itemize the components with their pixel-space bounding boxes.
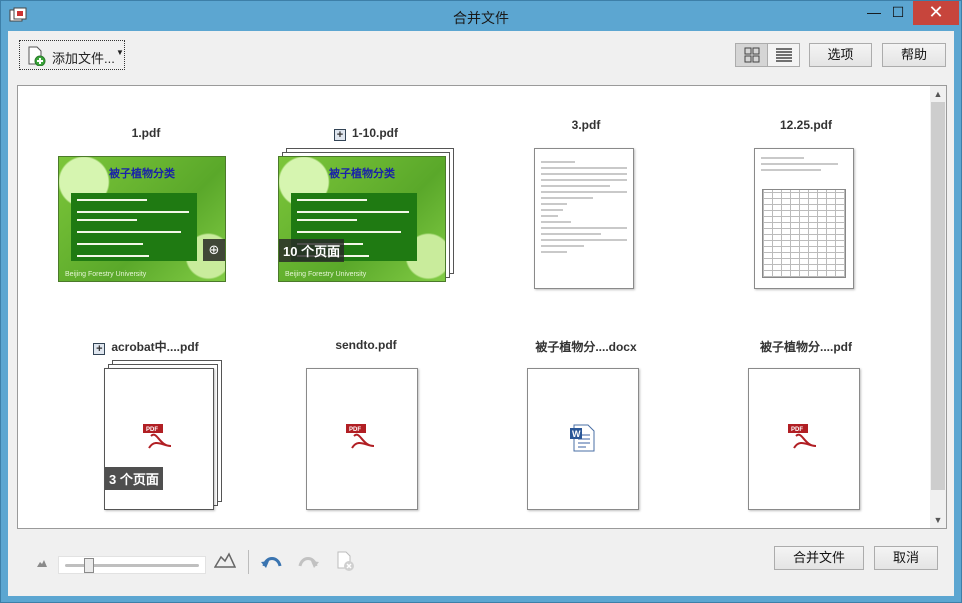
dialog-client: 添加文件... ▼ 选项 帮助 1.pdf 被子植物分类 Beijing For…	[8, 31, 954, 596]
remove-icon[interactable]	[334, 550, 356, 572]
window-title: 合并文件	[453, 10, 509, 26]
file-name: 被子植物分....docx	[535, 340, 637, 354]
file-thumbnail[interactable]: PDF 3 个页面	[104, 368, 214, 510]
toolbar-separator	[248, 550, 249, 574]
scroll-up-icon[interactable]: ▲	[930, 86, 946, 102]
page-count-badge: 3 个页面	[105, 467, 163, 490]
close-icon: ✕	[928, 2, 944, 22]
svg-text:PDF: PDF	[791, 427, 803, 433]
bottom-toolbar: 合并文件 取消	[8, 536, 954, 596]
file-name: acrobat中....pdf	[111, 340, 199, 354]
table-preview	[762, 189, 846, 278]
file-item[interactable]: +1-10.pdf 被子植物分类 Beijing Forestry Univer…	[256, 126, 476, 336]
thumbnail-small-icon	[37, 560, 47, 567]
view-mode-toggle	[735, 43, 800, 67]
grid-view-icon	[744, 47, 760, 63]
add-files-button[interactable]: 添加文件... ▼	[19, 40, 125, 70]
file-grid: 1.pdf 被子植物分类 Beijing Forestry University…	[17, 85, 947, 529]
maximize-button[interactable]: ☐	[883, 1, 913, 25]
file-thumbnail[interactable]: 被子植物分类 Beijing Forestry University ⊕	[58, 156, 226, 282]
undo-icon[interactable]	[260, 552, 284, 574]
grid-view-button[interactable]	[736, 44, 768, 66]
pdf-file-icon: PDF	[346, 424, 375, 449]
file-item[interactable]: sendto.pdf PDF	[256, 338, 476, 528]
slide-title: 被子植物分类	[329, 167, 395, 180]
zoom-in-icon: ⊕	[208, 242, 220, 257]
file-name-row: +1-10.pdf	[256, 126, 476, 141]
merge-files-window: 合并文件 — ☐ ✕ 添加文件... ▼ 选项 帮助 1.pdf 被子植物分类 …	[0, 0, 962, 603]
slide-title: 被子植物分类	[109, 167, 175, 180]
slider-thumb[interactable]	[83, 558, 94, 573]
close-button[interactable]: ✕	[913, 1, 959, 25]
svg-text:W: W	[572, 429, 581, 439]
list-view-button[interactable]	[768, 44, 800, 66]
add-files-label: 添加文件...	[52, 51, 115, 66]
scroll-thumb[interactable]	[931, 102, 945, 490]
expand-icon[interactable]: +	[93, 343, 106, 355]
file-thumbnail[interactable]: 被子植物分类 Beijing Forestry University 10 个页…	[278, 156, 446, 282]
document-preview	[541, 161, 627, 257]
file-thumbnail[interactable]: W	[527, 368, 639, 510]
file-thumbnail[interactable]: PDF	[306, 368, 418, 510]
file-item[interactable]: 1.pdf 被子植物分类 Beijing Forestry University…	[36, 126, 256, 336]
slide-footer: Beijing Forestry University	[65, 271, 147, 278]
help-button[interactable]: 帮助	[882, 43, 946, 67]
maximize-icon: ☐	[891, 4, 905, 20]
file-item[interactable]: 12.25.pdf	[696, 118, 916, 328]
slide-footer: Beijing Forestry University	[285, 271, 367, 278]
options-button[interactable]: 选项	[809, 43, 872, 67]
thumbnail-size-slider[interactable]	[58, 556, 206, 574]
slide-body	[71, 193, 197, 261]
file-name: 12.25.pdf	[779, 118, 833, 132]
file-name-row: + acrobat中....pdf	[36, 338, 256, 355]
chevron-down-icon: ▼	[116, 48, 124, 57]
minimize-icon: —	[867, 4, 881, 20]
file-thumbnail[interactable]	[754, 148, 854, 289]
file-item[interactable]: 3.pdf	[476, 118, 696, 328]
scroll-down-icon[interactable]: ▼	[930, 512, 946, 528]
file-thumbnail[interactable]	[534, 148, 634, 289]
svg-text:PDF: PDF	[146, 427, 158, 433]
expand-icon[interactable]: +	[333, 129, 346, 141]
merge-files-button[interactable]: 合并文件	[774, 546, 864, 570]
pdf-file-icon: PDF	[788, 424, 817, 449]
file-name: 被子植物分....pdf	[760, 340, 852, 354]
file-name: sendto.pdf	[335, 338, 397, 352]
file-name: 3.pdf	[571, 118, 601, 132]
cancel-button[interactable]: 取消	[874, 546, 938, 570]
document-header-preview	[761, 157, 847, 175]
svg-text:PDF: PDF	[349, 427, 361, 433]
file-name: 1-10.pdf	[351, 126, 398, 140]
vertical-scrollbar[interactable]: ▲ ▼	[930, 86, 946, 528]
word-file-icon: W	[570, 424, 595, 452]
add-file-icon	[28, 46, 46, 66]
page-count-badge: 10 个页面	[279, 239, 345, 262]
file-item[interactable]: + acrobat中....pdf PDF 3 个页面	[36, 338, 256, 528]
file-thumbnail[interactable]: PDF	[748, 368, 860, 510]
zoom-button[interactable]: ⊕	[203, 239, 225, 261]
file-item[interactable]: 被子植物分....docx W	[476, 338, 696, 528]
pdf-file-icon: PDF	[143, 424, 172, 449]
thumbnail-large-icon	[214, 552, 236, 568]
title-bar: 合并文件 — ☐ ✕	[1, 1, 961, 31]
list-view-icon	[776, 48, 792, 62]
file-item[interactable]: 被子植物分....pdf PDF	[696, 338, 916, 528]
file-name: 1.pdf	[131, 126, 161, 140]
redo-icon[interactable]	[296, 552, 320, 574]
